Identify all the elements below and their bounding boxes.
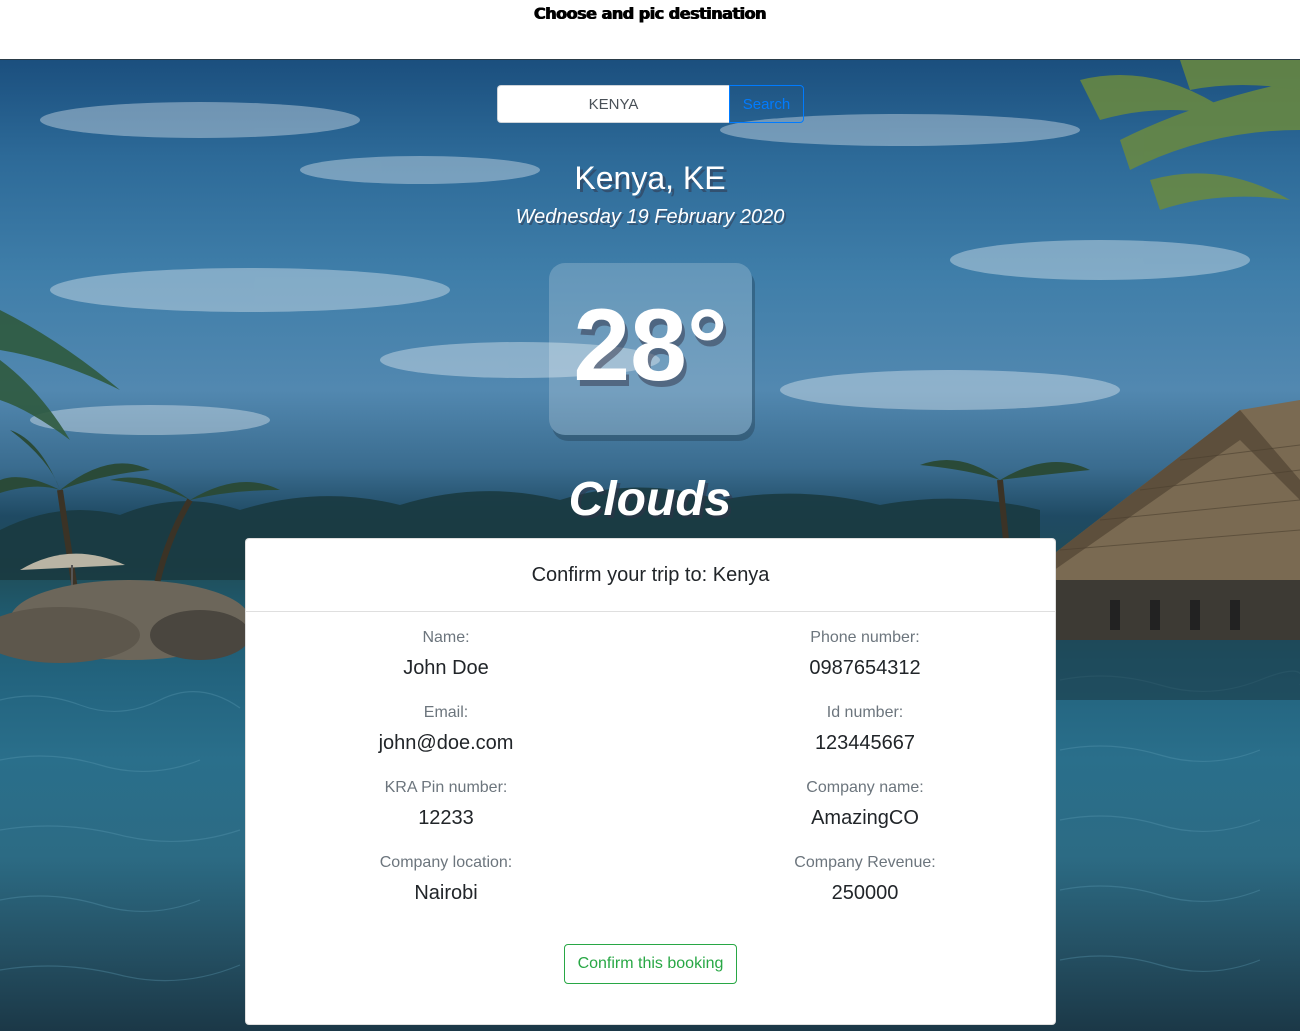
company-location-value: Nairobi xyxy=(414,882,478,904)
booking-card-title: Confirm your trip to: Kenya xyxy=(246,539,1055,612)
confirm-booking-button[interactable]: Confirm this booking xyxy=(564,944,737,984)
email-label: Email: xyxy=(423,704,469,721)
weather-condition: Clouds xyxy=(568,473,732,526)
company-name-label: Company name: xyxy=(806,779,924,796)
search-input[interactable] xyxy=(497,85,729,123)
email-value: john@doe.com xyxy=(378,732,514,754)
temperature-value: 28° xyxy=(573,288,728,402)
id-number-label: Id number: xyxy=(826,704,904,721)
kra-pin-field: KRA Pin number: 12233 xyxy=(246,778,646,830)
id-number-value: 123445667 xyxy=(814,732,916,754)
temperature-box: 28° xyxy=(549,263,752,435)
current-date: Wednesday 19 February 2020 xyxy=(515,206,785,228)
name-value: John Doe xyxy=(403,657,489,679)
booking-card-body: Name: John Doe Phone number: 0987654312 … xyxy=(246,612,1055,1022)
company-location-field: Company location: Nairobi xyxy=(246,853,646,905)
kra-pin-label: KRA Pin number: xyxy=(384,779,508,796)
email-field: Email: john@doe.com xyxy=(246,703,646,755)
company-location-label: Company location: xyxy=(379,854,513,871)
search-button[interactable]: Search xyxy=(729,85,804,123)
location-title: Kenya, KE xyxy=(574,160,726,196)
name-field: Name: John Doe xyxy=(246,628,646,680)
phone-value: 0987654312 xyxy=(809,657,921,679)
kra-pin-value: 12233 xyxy=(418,807,474,829)
company-revenue-value: 250000 xyxy=(831,882,899,904)
phone-field: Phone number: 0987654312 xyxy=(665,628,1065,680)
company-revenue-field: Company Revenue: 250000 xyxy=(665,853,1065,905)
company-name-value: AmazingCO xyxy=(811,807,919,829)
id-number-field: Id number: 123445667 xyxy=(665,703,1065,755)
booking-card: Confirm your trip to: Kenya Name: John D… xyxy=(245,538,1056,1025)
search-group: Search xyxy=(497,85,804,123)
company-name-field: Company name: AmazingCO xyxy=(665,778,1065,830)
name-label: Name: xyxy=(422,629,470,646)
company-revenue-label: Company Revenue: xyxy=(794,854,936,871)
page-heading: Choose and pic destination xyxy=(534,4,766,23)
destination-background: Search Kenya, KE Wednesday 19 February 2… xyxy=(0,59,1300,1031)
phone-label: Phone number: xyxy=(810,629,920,646)
top-bar: Choose and pic destination xyxy=(0,0,1300,59)
